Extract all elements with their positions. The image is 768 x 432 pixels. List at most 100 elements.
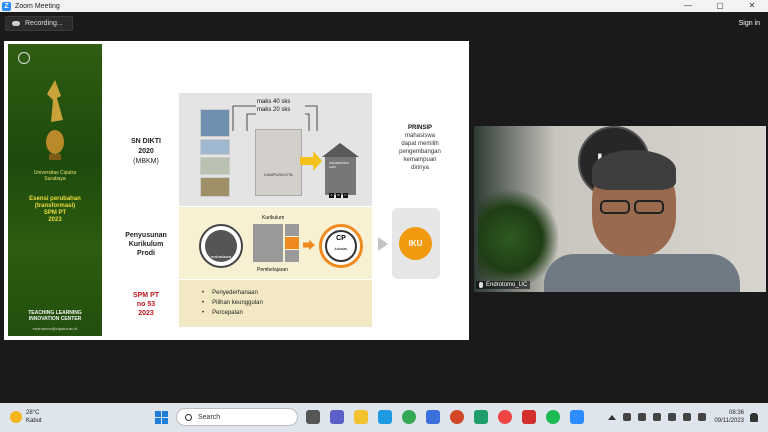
center-line: INNOVATION CENTER	[28, 316, 82, 322]
prinsip-line: mahasiswa	[404, 133, 435, 139]
house-cell: C	[343, 193, 348, 198]
bullet-item: Pilihan keunggulan	[202, 298, 263, 308]
mahasiswa-circle: mahasiswa	[199, 224, 243, 268]
label-line: 2020	[138, 148, 154, 155]
penyusunan-label: Penyusunan Kurikulum Prodi	[110, 231, 182, 258]
participant-shirt	[544, 254, 740, 292]
lulusan-label: lulusan	[334, 246, 348, 251]
microphone-icon	[479, 282, 483, 288]
zoom-app-icon[interactable]	[570, 410, 584, 424]
house-roof	[322, 143, 359, 157]
microphone-tray-icon[interactable]	[653, 413, 661, 421]
start-button[interactable]	[155, 411, 168, 424]
house-body: UNIVERSITAS LAIN ABC	[325, 157, 356, 198]
notification-bell-icon[interactable]	[750, 413, 758, 422]
window-title: Zoom Meeting	[15, 2, 60, 10]
search-icon	[185, 413, 192, 421]
clock-time: 08:36	[728, 410, 744, 416]
bullet-item: Percepatan	[202, 308, 263, 318]
acrobat-icon[interactable]	[522, 410, 536, 424]
onedrive-icon[interactable]	[638, 413, 646, 421]
participant-name: Endrotomo_UC	[486, 282, 528, 288]
label-line: 2023	[138, 310, 154, 317]
chat-icon[interactable]	[330, 410, 344, 424]
weather-sun-icon	[10, 411, 22, 423]
thumbnail-image	[200, 109, 230, 137]
recording-label: Recording...	[25, 20, 63, 27]
chrome-icon[interactable]	[402, 410, 416, 424]
label-line: Kurikulum	[128, 241, 164, 248]
trophy-statue-icon	[46, 80, 64, 160]
spotify-icon[interactable]	[546, 410, 560, 424]
prinsip-line: dirinya	[411, 165, 429, 171]
cp-ring: CP lulusan	[325, 230, 357, 262]
weather-temp: 28°C	[26, 410, 40, 416]
house-label: UNIVERSITAS LAIN	[329, 161, 349, 169]
system-tray	[608, 413, 706, 421]
meeting-topbar: Recording... Sign in	[0, 12, 768, 37]
house-cells: ABC	[328, 183, 349, 201]
chrome-profile-icon[interactable]	[498, 410, 512, 424]
pembelajaran-label: Pembelajaran	[257, 267, 288, 273]
university-city-line: Surabaya	[44, 176, 66, 182]
esensi-line: 2023	[48, 217, 62, 223]
label-line: SN DIKTI	[131, 138, 161, 145]
house-cell: A	[329, 193, 334, 198]
file-explorer-icon[interactable]	[354, 410, 368, 424]
label-line: SPM PT	[132, 292, 160, 299]
label-line: (MBKM)	[133, 158, 159, 165]
close-button[interactable]: ✕	[736, 0, 768, 12]
excel-icon[interactable]	[474, 410, 488, 424]
zoom-tray-icon[interactable]	[623, 413, 631, 421]
shared-slide: Universitas Ciputra Surabaya Esensi peru…	[4, 41, 469, 340]
chevron-up-icon[interactable]	[608, 414, 616, 420]
thumbnail-image	[200, 157, 230, 175]
other-university-building: UNIVERSITAS LAIN ABC	[322, 143, 359, 198]
esensi-heading: Esensi perubahan (transformasi) SPM PT 2…	[8, 196, 102, 224]
participant-video[interactable]: UC	[474, 126, 766, 292]
taskbar-clock[interactable]: 08:36 09/11/2023	[704, 409, 744, 425]
maximize-button[interactable]: ▢	[704, 0, 736, 12]
cp-lulusan-circle: CP lulusan	[319, 224, 363, 268]
zoom-logo-icon: Z	[2, 1, 11, 11]
windows-taskbar: 28°C Kabut Search 08:36 09/11/2023	[0, 403, 768, 432]
kurikulum-block	[253, 224, 283, 262]
university-logo-icon	[18, 52, 30, 64]
prinsip-line: pengembangan	[399, 149, 441, 155]
volume-icon[interactable]	[683, 413, 691, 421]
clock-date: 09/11/2023	[714, 418, 744, 424]
weather-desc: Kabut	[26, 418, 42, 424]
edge-icon[interactable]	[378, 410, 392, 424]
label-line: Penyusunan	[125, 232, 167, 239]
campus-building: KAMPUS/KOTA	[255, 129, 302, 196]
campus-label: KAMPUS/KOTA	[264, 172, 293, 177]
minimize-button[interactable]: —	[672, 0, 704, 12]
participant-namebar: Endrotomo_UC	[476, 281, 531, 289]
participant-hair	[592, 150, 676, 190]
spm-label: SPM PT no 53 2023	[110, 291, 182, 318]
cloud-record-icon	[12, 21, 20, 26]
store-icon[interactable]	[426, 410, 440, 424]
esensi-line: (transformasi)	[34, 203, 76, 209]
sign-in-link[interactable]: Sign in	[739, 20, 760, 27]
powerpoint-icon[interactable]	[450, 410, 464, 424]
kurikulum-square	[285, 224, 299, 236]
spm-bullet-list: Penyederhanaan Pilihan keunggulan Percep…	[202, 288, 263, 318]
prinsip-line: dapat memilih	[401, 141, 439, 147]
esensi-line: Esensi perubahan	[29, 196, 81, 202]
sn-dikti-label: SN DIKTI 2020 (MBKM)	[110, 137, 182, 167]
thumbnail-image	[200, 177, 230, 197]
taskbar-search[interactable]: Search	[176, 408, 298, 426]
recording-indicator[interactable]: Recording...	[5, 16, 73, 31]
task-view-icon[interactable]	[306, 410, 320, 424]
prinsip-note: PRINSIP mahasiswa dapat memilih pengemba…	[380, 124, 460, 172]
participant-glasses	[600, 200, 670, 214]
kurikulum-label: Kurikulum	[262, 215, 285, 221]
weather-text: 28°C Kabut	[26, 409, 42, 425]
weather-widget[interactable]: 28°C Kabut	[10, 409, 42, 425]
slide-sidebar: Universitas Ciputra Surabaya Esensi peru…	[8, 44, 102, 336]
wifi-icon[interactable]	[668, 413, 676, 421]
prinsip-title: PRINSIP	[407, 125, 432, 131]
window-titlebar: Z Zoom Meeting — ▢ ✕	[0, 0, 768, 12]
grey-arrow-icon	[378, 237, 388, 251]
